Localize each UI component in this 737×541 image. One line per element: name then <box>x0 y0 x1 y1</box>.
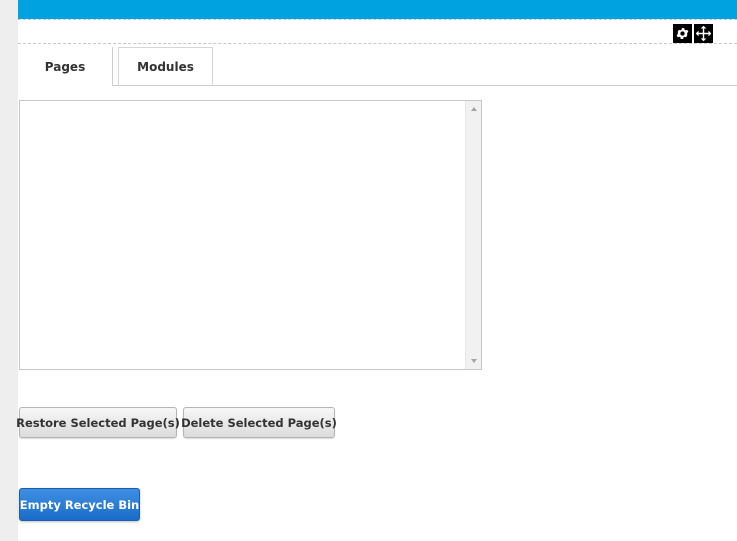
tab-modules-label: Modules <box>137 59 194 74</box>
scroll-up-arrow-icon[interactable] <box>466 101 482 117</box>
listbox-scrollbar[interactable] <box>465 101 481 369</box>
pane-header-border <box>18 43 737 44</box>
pages-listbox[interactable] <box>19 100 482 370</box>
recycle-bin-page: Pages Modules Restore Selected Page(s) D… <box>0 0 737 541</box>
module-actions <box>673 24 713 43</box>
tab-modules[interactable]: Modules <box>118 47 213 85</box>
empty-recycle-bin-button[interactable]: Empty Recycle Bin <box>19 488 140 521</box>
move-icon[interactable] <box>694 24 713 43</box>
left-gutter <box>0 0 18 541</box>
top-bar <box>18 0 737 19</box>
gear-icon[interactable] <box>673 24 692 43</box>
scroll-down-arrow-icon[interactable] <box>466 353 482 369</box>
pane-top-border <box>18 19 737 20</box>
delete-selected-pages-button[interactable]: Delete Selected Page(s) <box>181 407 337 438</box>
tab-pages-label: Pages <box>44 59 86 74</box>
tab-pages[interactable]: Pages <box>18 47 113 86</box>
tab-bar: Pages Modules <box>18 47 737 86</box>
restore-selected-pages-button[interactable]: Restore Selected Page(s) <box>16 407 180 438</box>
